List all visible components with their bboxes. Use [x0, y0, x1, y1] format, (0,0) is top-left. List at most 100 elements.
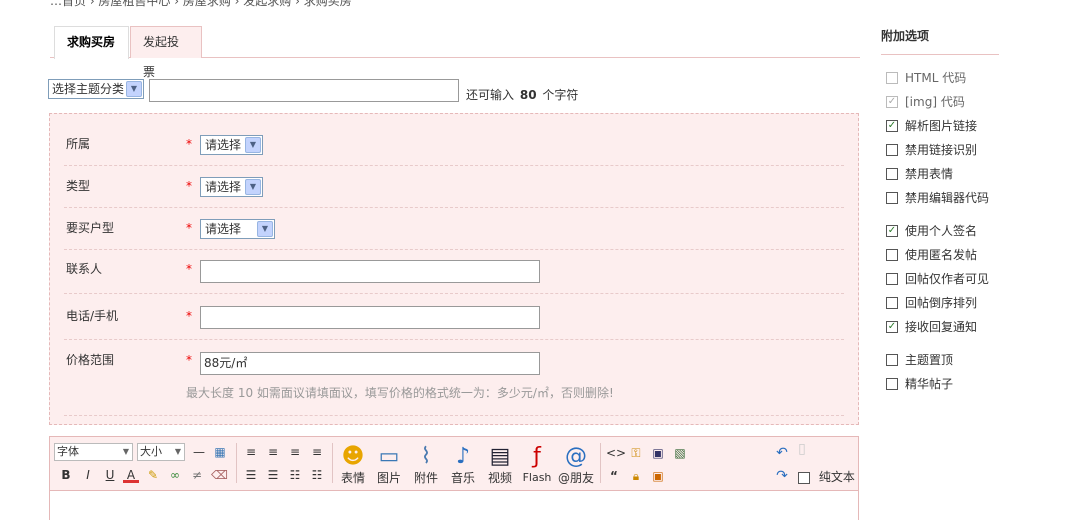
- flash-button[interactable]: ƒ Flash: [520, 443, 554, 487]
- align-justify-icon[interactable]: ≡: [309, 444, 325, 460]
- horizontal-rule-icon[interactable]: —: [191, 444, 207, 460]
- image-label: 图片: [376, 471, 401, 485]
- tab-buy-house[interactable]: 求购买房: [54, 26, 129, 59]
- clear-format-icon[interactable]: ⌫: [211, 467, 228, 483]
- checkbox[interactable]: [886, 167, 898, 180]
- plain-text-label: 纯文本: [818, 470, 855, 484]
- float-left-icon[interactable]: ☰: [243, 467, 259, 483]
- option-disable-link-detect[interactable]: 禁用链接识别: [886, 141, 977, 158]
- checkbox[interactable]: [886, 296, 898, 309]
- option-reverse-order[interactable]: 回帖倒序排列: [886, 294, 977, 311]
- font-size-select[interactable]: 大小 ▼: [137, 443, 185, 461]
- checkbox[interactable]: [886, 71, 898, 84]
- video-button[interactable]: ▤ 视频: [483, 443, 517, 487]
- checkbox[interactable]: [886, 248, 898, 261]
- resize-handle-icon[interactable]: ▯: [794, 441, 810, 457]
- undo-icon[interactable]: ↶: [774, 445, 790, 461]
- code-icon[interactable]: <>: [606, 445, 626, 461]
- image-button[interactable]: ▭ 图片: [372, 443, 406, 487]
- unordered-list-icon[interactable]: ☷: [309, 467, 325, 483]
- option-reply-author-only[interactable]: 回帖仅作者可见: [886, 270, 989, 287]
- form-row-type: 类型 * 请选择 ▼: [64, 166, 844, 208]
- ordered-list-icon[interactable]: ☷: [287, 467, 303, 483]
- required-mark: *: [186, 262, 192, 276]
- plain-text-checkbox[interactable]: [798, 471, 810, 484]
- checkbox-checked[interactable]: ✓: [886, 95, 898, 108]
- form-row-phone: 电话/手机 *: [64, 294, 844, 340]
- float-right-icon[interactable]: ☰: [265, 467, 281, 483]
- price-input[interactable]: 88元/㎡: [200, 352, 540, 375]
- font-select-value: 字体: [57, 445, 79, 458]
- option-label: HTML 代码: [905, 71, 967, 85]
- redo-icon[interactable]: ↷: [774, 468, 790, 484]
- align-right-icon[interactable]: ≡: [287, 444, 303, 460]
- flash-label: Flash: [522, 471, 552, 484]
- checkbox-checked[interactable]: ✓: [886, 320, 898, 333]
- contact-input[interactable]: [200, 260, 540, 283]
- belong-select[interactable]: 请选择 ▼: [200, 135, 263, 155]
- flash-icon: ƒ: [533, 444, 541, 469]
- topic-category-select[interactable]: 选择主题分类 ▼: [48, 79, 144, 99]
- background-color-icon[interactable]: ✎: [145, 467, 161, 483]
- align-left-icon[interactable]: ≡: [243, 444, 259, 460]
- italic-icon[interactable]: I: [80, 467, 96, 483]
- page-icon[interactable]: ▣: [650, 445, 666, 461]
- font-color-icon[interactable]: A: [123, 467, 139, 483]
- belong-select-value: 请选择: [205, 138, 242, 152]
- template-icon[interactable]: ▧: [672, 445, 688, 461]
- option-sticky[interactable]: 主题置顶: [886, 351, 953, 368]
- option-label: 精华帖子: [905, 377, 954, 391]
- checkbox[interactable]: [886, 272, 898, 285]
- option-img-code[interactable]: ✓ [img] 代码: [886, 93, 965, 110]
- align-center-icon[interactable]: ≡: [265, 444, 281, 460]
- mention-friend-button[interactable]: @ @朋友: [556, 443, 596, 487]
- paperclip-icon: ⌇: [420, 444, 432, 469]
- hide-lock-icon[interactable]: 🔒︎: [628, 468, 644, 484]
- field-label: 类型: [66, 179, 91, 193]
- chevron-down-icon: ▼: [174, 447, 181, 456]
- attachment-button[interactable]: ⌇ 附件: [409, 443, 443, 487]
- link-icon[interactable]: ∞: [167, 467, 183, 483]
- option-html-code[interactable]: HTML 代码: [886, 69, 966, 86]
- checkbox-checked[interactable]: ✓: [886, 224, 898, 237]
- remaining-chars: 还可输入 80 个字符: [466, 86, 578, 103]
- subject-input[interactable]: [149, 79, 459, 102]
- bold-icon[interactable]: B: [58, 467, 74, 483]
- sidebar-divider: [881, 54, 999, 55]
- option-label: 使用匿名发帖: [905, 248, 978, 262]
- checkbox[interactable]: [886, 191, 898, 204]
- plain-text-toggle[interactable]: 纯文本: [798, 468, 855, 485]
- quote-icon[interactable]: “: [606, 468, 622, 484]
- type-select[interactable]: 请选择 ▼: [200, 177, 263, 197]
- option-reply-notify[interactable]: ✓ 接收回复通知: [886, 318, 977, 335]
- option-label: 回帖倒序排列: [905, 296, 978, 310]
- underline-icon[interactable]: U: [102, 467, 118, 483]
- form-row-belong: 所属 * 请选择 ▼: [64, 122, 844, 166]
- layout-select-value: 请选择: [205, 222, 242, 236]
- font-family-select[interactable]: 字体 ▼: [54, 443, 133, 461]
- option-label: 禁用表情: [905, 167, 954, 181]
- music-button[interactable]: ♪ 音乐: [446, 443, 480, 487]
- password-icon[interactable]: ▣: [650, 468, 666, 484]
- option-disable-smilies[interactable]: 禁用表情: [886, 165, 953, 182]
- tab-start-poll[interactable]: 发起投票: [130, 26, 202, 79]
- option-anonymous[interactable]: 使用匿名发帖: [886, 246, 977, 263]
- sidebar-title: 附加选项: [881, 29, 930, 43]
- emoticon-button[interactable]: ☻ 表情: [336, 443, 370, 487]
- required-mark: *: [186, 137, 192, 151]
- table-icon[interactable]: ▦: [212, 444, 228, 460]
- checkbox[interactable]: [886, 353, 898, 366]
- checkbox[interactable]: [886, 377, 898, 390]
- checkbox[interactable]: [886, 143, 898, 156]
- form-row-layout: 要买户型 * 请选择 ▼: [64, 208, 844, 250]
- unlink-icon[interactable]: ≠: [189, 467, 205, 483]
- option-digest[interactable]: 精华帖子: [886, 375, 953, 392]
- checkbox-checked[interactable]: ✓: [886, 119, 898, 132]
- phone-input[interactable]: [200, 306, 540, 329]
- layout-select[interactable]: 请选择 ▼: [200, 219, 275, 239]
- toolbar-separator: [332, 443, 333, 483]
- option-parse-image-links[interactable]: ✓ 解析图片链接: [886, 117, 977, 134]
- option-disable-editor-code[interactable]: 禁用编辑器代码: [886, 189, 989, 206]
- free-lock-icon[interactable]: ⚿: [628, 445, 644, 461]
- option-use-signature[interactable]: ✓ 使用个人签名: [886, 222, 977, 239]
